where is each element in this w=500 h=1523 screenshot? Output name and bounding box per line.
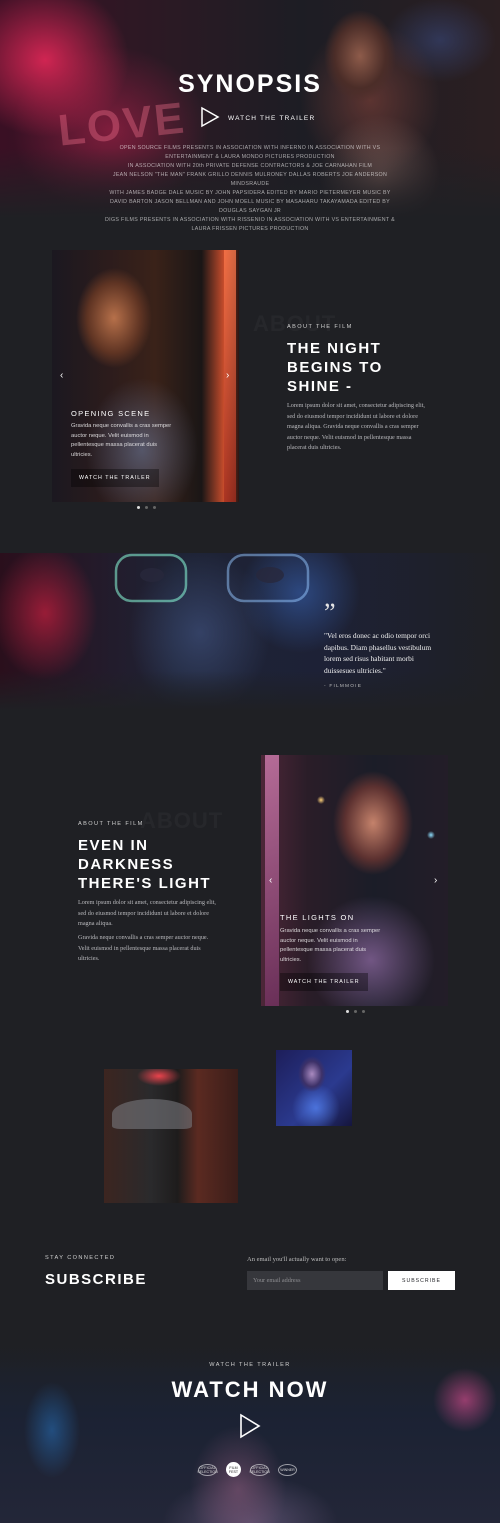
about-heading: THE NIGHT BEGINS TO SHINE - — [287, 339, 383, 396]
slide-heading: THE LIGHTS ON — [280, 913, 355, 922]
quote-source: - FILMMOIE — [324, 684, 363, 689]
laurel-badge: FILM FEST — [226, 1462, 241, 1477]
quote-text: "Vel eros donec ac odio tempor orci dapi… — [324, 631, 432, 675]
slide-watch-trailer-button[interactable]: WATCH THE TRAILER — [71, 469, 159, 487]
slider-dots[interactable] — [137, 506, 156, 509]
heading-line: SHINE - — [287, 378, 353, 395]
heading-line: THERE'S LIGHT — [78, 875, 212, 892]
credits-block: OPEN SOURCE FILMS PRESENTS IN ASSOCIATIO… — [100, 144, 400, 234]
about-paragraph: Lorem ipsum dolor sit amet, consectetur … — [78, 899, 216, 927]
laurel-badge: OFFICIAL SELECTION — [249, 1463, 270, 1476]
laurel-badge: WINNER — [278, 1463, 297, 1476]
glasses-illustration — [114, 553, 310, 603]
subscribe-title: SUBSCRIBE — [45, 1271, 147, 1288]
credits-line: OPEN SOURCE FILMS PRESENTS IN ASSOCIATIO… — [119, 145, 381, 160]
hero-title: SYNOPSIS — [178, 70, 322, 98]
credits-line: IN ASSOCIATION WITH 20th PRIVATE DEFENSE… — [127, 163, 373, 169]
about-heading: EVEN IN DARKNESS THERE'S LIGHT — [78, 836, 211, 893]
watch-trailer-link[interactable]: WATCH THE TRAILER — [228, 115, 315, 122]
slide-watch-trailer-button[interactable]: WATCH THE TRAILER — [280, 973, 368, 991]
email-label: An email you'll actually want to open: — [247, 1256, 347, 1263]
about-paragraph: Lorem ipsum dolor sit amet, consectetur … — [287, 402, 425, 451]
slider-dots[interactable] — [346, 1010, 365, 1013]
credits-line: DIGS FILMS PRESENTS IN ASSOCIATION WITH … — [105, 217, 395, 232]
credits-line: JEAN NELSON "THE MAN" FRANK GRILLO DENNI… — [112, 172, 388, 187]
slide-body: Gravida neque convallis a cras semper au… — [71, 423, 172, 458]
subscribe-eyebrow: STAY CONNECTED — [45, 1255, 116, 1261]
subscribe-button[interactable]: SUBSCRIBE — [388, 1271, 455, 1290]
opening-scene-slider[interactable] — [52, 250, 239, 502]
festival-laurels: OFFICIAL SELECTION FILM FEST OFFICIAL SE… — [197, 1462, 297, 1477]
heading-line: EVEN IN — [78, 837, 149, 854]
heading-line: DARKNESS — [78, 856, 175, 873]
about-eyebrow: ABOUT THE FILM — [287, 324, 353, 330]
laurel-badge: OFFICIAL SELECTION — [197, 1463, 218, 1476]
slider-dot[interactable] — [354, 1010, 357, 1013]
slider-next-arrow[interactable]: › — [434, 875, 437, 886]
slider-dot[interactable] — [153, 506, 156, 509]
quote-mark-icon: ” — [324, 598, 336, 627]
slide-body: Gravida neque convallis a cras semper au… — [280, 928, 381, 963]
footer-title: WATCH NOW — [171, 1377, 329, 1402]
lights-on-slider[interactable] — [261, 755, 448, 1006]
slider-dot[interactable] — [145, 506, 148, 509]
footer-eyebrow: WATCH THE TRAILER — [209, 1362, 291, 1368]
slider-prev-arrow[interactable]: ‹ — [269, 875, 272, 886]
slider-next-arrow[interactable]: › — [226, 370, 229, 381]
heading-line: BEGINS TO — [287, 359, 383, 376]
play-icon[interactable] — [199, 106, 221, 128]
slider-prev-arrow[interactable]: ‹ — [60, 370, 63, 381]
about-eyebrow: ABOUT THE FILM — [78, 821, 144, 827]
umbrella-shape — [112, 1099, 192, 1129]
gallery-photo-umbrella[interactable] — [104, 1069, 238, 1203]
credits-line: WITH JAMES BADGE DALE MUSIC BY JOHN PAPS… — [109, 190, 391, 205]
gallery-photo-woman-lights[interactable] — [276, 1050, 352, 1126]
slider-dot[interactable] — [137, 506, 140, 509]
about-paragraph: Gravida neque convallis a cras semper au… — [78, 934, 209, 962]
email-input[interactable] — [247, 1271, 383, 1290]
play-icon[interactable] — [238, 1413, 262, 1439]
slider-dot[interactable] — [362, 1010, 365, 1013]
ghost-about-text: ABOUT — [140, 808, 223, 834]
credits-line: DOUGLAS SAYGAN JR — [218, 208, 282, 214]
slide-heading: OPENING SCENE — [71, 409, 151, 418]
heading-line: THE NIGHT — [287, 340, 382, 357]
slider-dot[interactable] — [346, 1010, 349, 1013]
